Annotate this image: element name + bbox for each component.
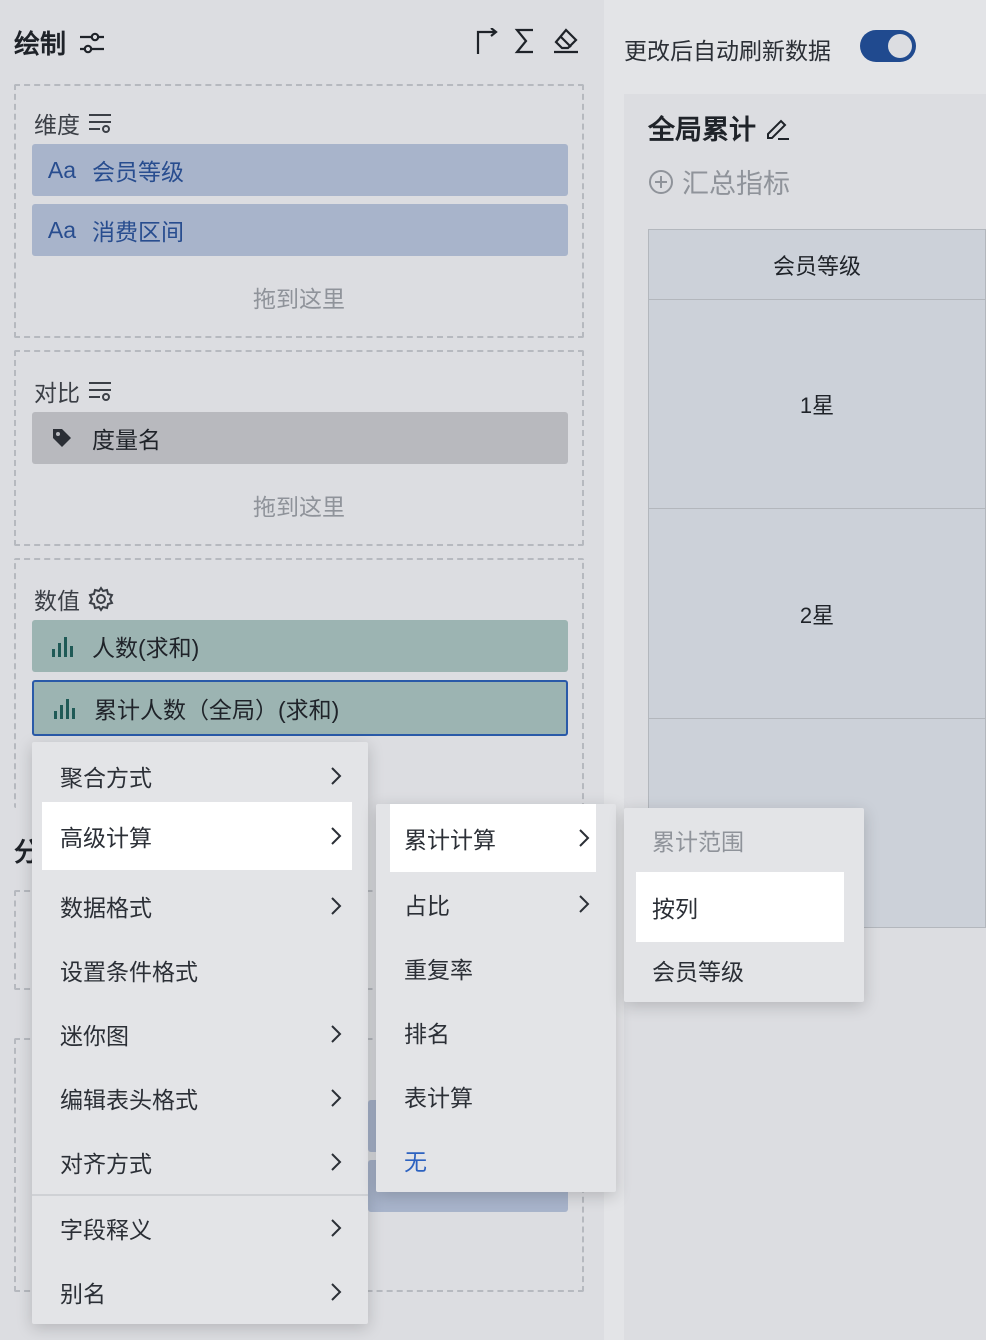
menu-item-label: 字段释义 [60,1217,152,1243]
dimension-chip-label: 会员等级 [92,159,184,185]
toggle-knob [888,34,912,58]
auto-refresh-label: 更改后自动刷新数据 [624,38,831,64]
chevron-right-icon [578,894,590,914]
menu-item-aggregation[interactable]: 聚合方式 [32,744,368,808]
measure-name-label: 度量名 [92,427,161,453]
value-chip-selected[interactable]: 累计人数（全局）(求和) [32,680,568,736]
drop-hint: 拖到这里 [253,494,345,520]
menu-item-label: 迷你图 [60,1023,129,1049]
menu-item-alignment[interactable]: 对齐方式 [32,1130,368,1194]
compare-drop-zone[interactable]: 对比 度量名 拖到这里 [14,350,584,546]
edit-pencil-icon[interactable] [764,115,790,141]
menu-item-table-calc[interactable]: 表计算 [376,1064,616,1128]
value-chip[interactable]: 人数(求和) [32,620,568,672]
text-type-icon: Aa [47,216,77,243]
menu-item-ranking[interactable]: 排名 [376,1000,616,1064]
compare-zone-label: 对比 [34,374,112,408]
dimension-chip[interactable]: Aa 会员等级 [32,144,568,196]
chevron-right-icon [330,1218,342,1238]
menu-item-label: 对齐方式 [60,1151,152,1177]
chevron-right-icon [330,1024,342,1044]
tag-icon [32,427,92,449]
menu-item-label: 表计算 [404,1085,473,1111]
measure-name-chip[interactable]: 度量名 [32,412,568,464]
value-label-text: 数值 [34,588,80,614]
dimension-zone-label: 维度 [34,106,112,140]
menu-item-label: 按列 [652,896,698,922]
menu-item-label: 设置条件格式 [60,959,198,985]
menu-item-none[interactable]: 无 [376,1128,616,1192]
table-row: 1星 [649,300,985,509]
menu-item-cumulative[interactable]: 累计计算 [390,804,596,872]
chevron-right-icon [330,1152,342,1172]
menu-item-label: 无 [404,1149,427,1175]
cumulative-range-submenu: 累计范围 按列 会员等级 [624,808,864,1002]
panel-title-text: 绘制 [14,29,67,59]
menu-item-sparkline[interactable]: 迷你图 [32,1002,368,1066]
dimension-chip-label: 消费区间 [92,219,184,245]
menu-item-member-level[interactable]: 会员等级 [624,938,864,1002]
drop-hint: 拖到这里 [253,286,345,312]
table-header-cell[interactable]: 会员等级 [649,230,985,300]
bar-chart-icon [34,697,94,719]
menu-item-label: 排名 [404,1021,450,1047]
table-row: 2星 [649,509,985,719]
summary-metric[interactable]: 汇总指标 [648,162,790,201]
dimension-label-text: 维度 [34,112,80,138]
pivot-axis-icon[interactable] [474,28,500,56]
menu-item-alias[interactable]: 别名 [32,1260,368,1324]
add-circle-icon [648,169,674,195]
menu-item-proportion[interactable]: 占比 [376,872,616,936]
sigma-icon[interactable] [514,28,536,54]
value-zone-label: 数值 [34,582,114,616]
menu-item-conditional-format[interactable]: 设置条件格式 [32,938,368,1002]
text-type-icon: Aa [47,156,77,183]
submenu-header: 累计范围 [652,829,744,855]
menu-item-label: 累计计算 [404,827,496,853]
compare-label-text: 对比 [34,380,80,406]
chevron-right-icon [578,828,590,848]
value-chip-label: 人数(求和) [92,635,200,661]
menu-item-header-format[interactable]: 编辑表头格式 [32,1066,368,1130]
menu-item-label: 数据格式 [60,895,152,921]
chevron-right-icon [330,1088,342,1108]
chevron-right-icon [330,766,342,786]
menu-item-data-format[interactable]: 数据格式 [32,874,368,938]
gear-icon[interactable] [88,586,114,612]
menu-item-label: 编辑表头格式 [60,1087,198,1113]
field-context-menu: 聚合方式 高级计算 数据格式 设置条件格式 迷你图 编辑表头格式 对齐方式 字段… [32,742,368,1324]
menu-item-label: 聚合方式 [60,765,152,791]
card-title-text: 全局累计 [648,115,756,145]
filter-lines-icon[interactable] [88,380,112,402]
menu-item-label: 会员等级 [652,959,744,985]
summary-metric-label: 汇总指标 [682,169,790,199]
chevron-right-icon [330,1282,342,1302]
chevron-right-icon [330,826,342,846]
bar-chart-icon [32,635,92,657]
menu-item-label: 高级计算 [60,825,152,851]
menu-item-field-definition[interactable]: 字段释义 [32,1196,368,1260]
menu-item-label: 别名 [60,1281,106,1307]
menu-item-label: 占比 [404,893,450,919]
menu-item-by-column[interactable]: 按列 [636,872,844,942]
dimension-chip[interactable]: Aa 消费区间 [32,204,568,256]
menu-item-label: 重复率 [404,957,473,983]
filter-lines-icon[interactable] [88,112,112,134]
card-title: 全局累计 [648,108,790,147]
advanced-calc-submenu: 累计计算 占比 重复率 排名 表计算 无 [376,804,616,1192]
settings-sliders-icon[interactable] [78,31,106,55]
panel-title: 绘制 [14,24,106,61]
dimension-drop-zone[interactable]: 维度 Aa 会员等级 Aa 消费区间 拖到这里 [14,84,584,338]
chevron-right-icon [330,896,342,916]
value-chip-label: 累计人数（全局）(求和) [94,697,340,723]
eraser-icon[interactable] [552,26,580,54]
auto-refresh-toggle[interactable] [860,30,916,62]
menu-item-advanced-calc[interactable]: 高级计算 [42,802,352,870]
menu-item-repeat-rate[interactable]: 重复率 [376,936,616,1000]
